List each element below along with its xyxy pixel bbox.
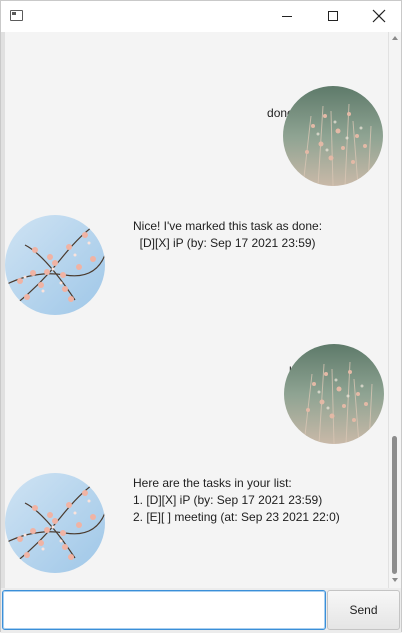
- message-line: 2. [E][ ] meeting (at: Sep 23 2021 22:0): [133, 510, 340, 524]
- message-line: 1. [D][X] iP (by: Sep 17 2021 23:59): [133, 493, 323, 507]
- minimize-button[interactable]: [263, 1, 309, 32]
- input-row: Send: [1, 588, 401, 633]
- bot-message-text: Here are the tasks in your list: 1. [D][…: [133, 475, 340, 526]
- scroll-down-icon[interactable]: [392, 578, 398, 582]
- bot-message-text: Nice! I've marked this task as done: [D]…: [133, 218, 322, 252]
- close-icon: [372, 9, 386, 23]
- user-avatar: [284, 344, 384, 444]
- dialog-scroll-pane[interactable]: done 1 Nice! I've marked this task as do…: [1, 32, 401, 588]
- close-button[interactable]: [356, 1, 402, 32]
- app-window-icon: [10, 10, 23, 21]
- maximize-button[interactable]: [310, 1, 356, 32]
- message-input[interactable]: [2, 590, 326, 630]
- message-line: Nice! I've marked this task as done:: [133, 219, 323, 233]
- pane-edge: [1, 32, 5, 588]
- message-line: Here are the tasks in your list:: [133, 476, 292, 490]
- minimize-icon: [282, 16, 292, 17]
- title-bar: [1, 1, 401, 32]
- maximize-icon: [328, 11, 338, 21]
- app-window: done 1 Nice! I've marked this task as do…: [0, 0, 402, 633]
- vertical-scrollbar[interactable]: [388, 32, 401, 588]
- bot-avatar: [5, 473, 105, 573]
- send-button[interactable]: Send: [327, 590, 400, 630]
- bot-avatar: [5, 215, 105, 315]
- scrollbar-thumb[interactable]: [392, 436, 397, 574]
- scroll-up-icon[interactable]: [392, 36, 398, 40]
- user-avatar: [283, 86, 383, 186]
- message-line: [D][X] iP (by: Sep 17 2021 23:59): [133, 236, 316, 250]
